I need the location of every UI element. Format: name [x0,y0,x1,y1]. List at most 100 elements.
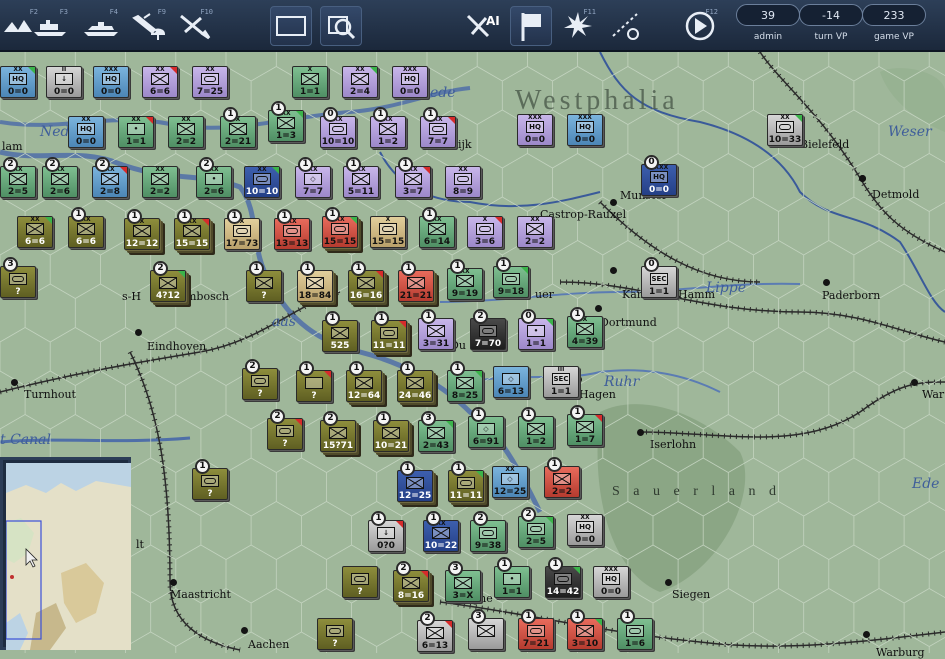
unit-counter[interactable]: 8=25 [447,370,483,402]
unit-counter[interactable]: 14=42 [545,566,581,598]
flag-button[interactable] [510,6,552,46]
f10-button[interactable]: F10 [175,6,215,44]
unit-counter[interactable]: 1=7 [567,414,603,446]
f11-button[interactable]: F11 [558,6,598,44]
unit-counter[interactable]: X 17=73 [224,218,260,250]
unit-counter[interactable]: • 1=1 [518,318,554,350]
unit-counter[interactable]: 15?71 [320,420,356,452]
unit-counter[interactable]: 1=2 [518,416,554,448]
unit-counter[interactable] [468,618,504,650]
minimap-europe[interactable] [6,463,131,650]
unit-counter[interactable]: 10=21 [373,420,409,452]
unit-counter[interactable]: 6=13 [417,620,453,652]
unit-counter[interactable]: XX 15=15 [174,218,210,250]
unit-counter[interactable]: X 4=39 [567,316,603,348]
unit-counter[interactable]: XX 2=8 [92,166,128,198]
unit-counter[interactable]: XX 1=2 [370,116,406,148]
unit-counter[interactable]: X 12=12 [124,218,160,250]
unit-counter[interactable]: ? [317,618,353,650]
unit-counter[interactable]: ◇ 6=91 [468,416,504,448]
unit-counter[interactable]: 11=11 [371,320,407,352]
unit-counter[interactable]: XX 2=2 [168,116,204,148]
unit-counter[interactable]: 12=25 [397,470,433,502]
unit-counter[interactable]: 9=38 [470,520,506,552]
unit-counter[interactable]: ? [342,566,378,598]
unit-counter[interactable]: 3=31 [418,318,454,350]
unit-counter[interactable]: XXX HQ 0=0 [392,66,428,98]
unit-counter[interactable]: XX HQ 0=0 [68,116,104,148]
unit-counter[interactable]: 24=46 [397,370,433,402]
unit-counter[interactable]: XX 10=10 [244,166,280,198]
unit-counter[interactable]: X 2=21 [220,116,256,148]
unit-counter[interactable]: XX HQ 0=0 [567,514,603,546]
unit-counter[interactable]: ? [192,468,228,500]
unit-counter[interactable]: XX 3=7 [395,166,431,198]
unit-counter[interactable]: ? [242,368,278,400]
strategic-map[interactable]: Westphalia S a u e r l a n d Weser Lippe Ruh… [0,52,945,659]
unit-counter[interactable]: XX 6=6 [142,66,178,98]
unit-counter[interactable]: 7=21 [518,618,554,650]
unit-counter[interactable]: XX 10=10 [320,116,356,148]
ai-button[interactable]: AI [462,6,502,44]
unit-counter[interactable]: XX 2=6 [42,166,78,198]
select-rect-button[interactable] [270,6,312,46]
minimap[interactable] [0,457,131,650]
unit-counter[interactable]: 18=84 [297,270,333,302]
unit-counter[interactable]: X 15=15 [370,216,406,248]
unit-counter[interactable]: • 1=1 [494,566,530,598]
unit-counter[interactable]: XX 10=33 [767,114,803,146]
unit-counter[interactable]: 11=11 [448,470,484,502]
unit-counter[interactable]: XX 2=2 [142,166,178,198]
unit-counter[interactable]: XX 6=6 [68,216,104,248]
unit-counter[interactable]: XX 1=3 [268,110,304,142]
unit-counter[interactable]: X 3=6 [467,216,503,248]
unit-counter[interactable]: 2=2 [544,466,580,498]
unit-counter[interactable]: XX HQ 0=0 [0,66,36,98]
unit-counter[interactable]: XX 2=2 [517,216,553,248]
unit-counter[interactable]: XXX HQ 0=0 [567,114,603,146]
unit-counter[interactable]: XXX HQ 0=0 [593,566,629,598]
unit-counter[interactable]: 1=6 [617,618,653,650]
f4-button[interactable]: F4 [80,6,120,44]
unit-counter[interactable]: XX 2=4 [342,66,378,98]
f12-button[interactable]: F12 [680,6,720,44]
unit-counter[interactable]: XX 5=11 [343,166,379,198]
f3-button[interactable]: F3 [30,6,70,44]
unit-counter[interactable]: XX 15=15 [322,216,358,248]
unit-counter[interactable]: 7=70 [470,318,506,350]
unit-counter[interactable]: XX ◇ 12=25 [492,466,528,498]
unit-counter[interactable]: II ↓ 0=0 [46,66,82,98]
unit-counter[interactable]: XXX HQ 0=0 [93,66,129,98]
unit-counter[interactable]: ? [267,418,303,450]
unit-counter[interactable]: XX 6=14 [419,216,455,248]
unit-counter[interactable]: XXX HQ 0=0 [517,114,553,146]
unit-counter[interactable]: XX 7=7 [420,116,456,148]
unit-counter[interactable]: 21=21 [398,270,434,302]
supply-line-button[interactable] [605,6,645,44]
unit-counter[interactable]: ? [0,266,36,298]
unit-counter[interactable]: XX 2=5 [0,166,36,198]
unit-counter[interactable]: XX • 2=6 [196,166,232,198]
unit-counter[interactable]: 16=16 [348,270,384,302]
unit-counter[interactable]: 4?12 [150,270,186,302]
unit-counter[interactable]: ? [296,370,332,402]
unit-counter[interactable]: ? [246,270,282,302]
unit-counter[interactable]: XX ◇ 7=7 [295,166,331,198]
unit-counter[interactable]: 8=16 [393,570,429,602]
unit-counter[interactable]: X 1=1 [292,66,328,98]
unit-counter[interactable]: XX 7=25 [192,66,228,98]
unit-counter[interactable]: ↓ 0?0 [368,520,404,552]
unit-counter[interactable]: XXXX HQ 0=0 [641,164,677,196]
unit-counter[interactable]: 3=X [445,570,481,602]
unit-counter[interactable]: 12=64 [346,370,382,402]
unit-counter[interactable]: XX 10=22 [423,520,459,552]
unit-counter[interactable]: III SEC 1=1 [543,366,579,398]
unit-counter[interactable]: 9=18 [493,266,529,298]
f9-button[interactable]: F9 [128,6,168,44]
unit-counter[interactable]: 525 [322,320,358,352]
unit-counter[interactable]: XX 13=13 [274,218,310,250]
unit-counter[interactable]: XX 8=9 [445,166,481,198]
zoom-search-button[interactable] [320,6,362,46]
unit-counter[interactable]: 3=10 [567,618,603,650]
unit-counter[interactable]: XX 9=19 [447,268,483,300]
